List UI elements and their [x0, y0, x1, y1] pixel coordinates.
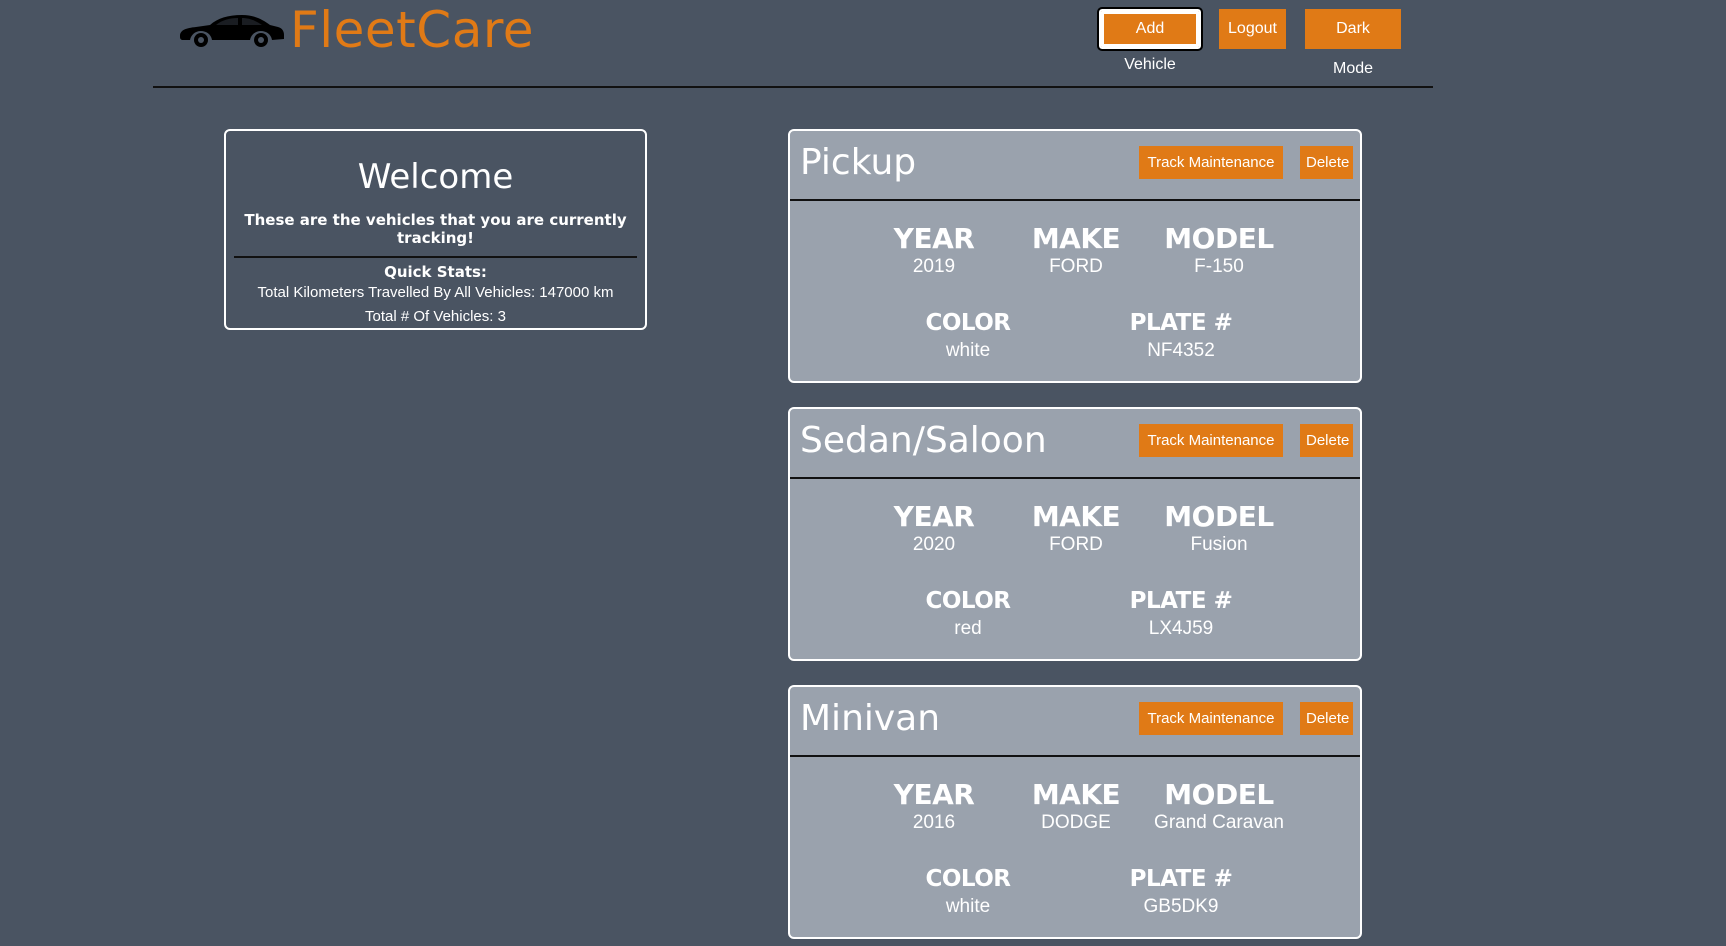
- track-maintenance-button[interactable]: Track Maintenance: [1139, 424, 1283, 457]
- color-value: white: [945, 340, 991, 361]
- year-label: YEAR: [893, 222, 975, 255]
- vehicle-card: Minivan Track Maintenance Delete YEAR 20…: [788, 685, 1362, 939]
- model-label: MODEL: [1164, 778, 1274, 811]
- logout-button[interactable]: Logout: [1219, 9, 1286, 49]
- color-value: red: [954, 618, 982, 639]
- make-label: MAKE: [1031, 222, 1121, 255]
- model-field: MODEL Grand Caravan: [1139, 779, 1299, 835]
- delete-button[interactable]: Delete: [1300, 146, 1353, 179]
- color-value: white: [945, 896, 991, 917]
- brand-logo-text: FleetCare: [290, 1, 535, 59]
- color-field: COLOR white: [888, 307, 1048, 363]
- plate-value: NF4352: [1147, 340, 1215, 361]
- vehicle-card-header: Minivan Track Maintenance Delete: [790, 687, 1360, 757]
- header: FleetCare Add Vehicle Logout Dark Mode: [0, 0, 1726, 90]
- make-value: FORD: [1049, 534, 1103, 555]
- make-label: MAKE: [1031, 500, 1121, 533]
- dark-mode-button[interactable]: Dark Mode: [1305, 9, 1401, 77]
- vehicle-type-title: Sedan/Saloon: [800, 420, 1047, 461]
- plate-field: PLATE # LX4J59: [1101, 585, 1261, 641]
- add-vehicle-button[interactable]: Add Vehicle: [1097, 7, 1203, 73]
- make-label: MAKE: [1031, 778, 1121, 811]
- plate-label: PLATE #: [1129, 588, 1233, 614]
- car-icon: [180, 15, 284, 47]
- model-value: Fusion: [1190, 534, 1248, 555]
- welcome-panel: Welcome These are the vehicles that you …: [224, 129, 647, 330]
- model-field: MODEL Fusion: [1139, 501, 1299, 557]
- model-value: F-150: [1194, 256, 1244, 277]
- track-maintenance-button[interactable]: Track Maintenance: [1139, 702, 1283, 735]
- make-field: MAKE DODGE: [996, 779, 1156, 835]
- welcome-title: Welcome: [357, 157, 514, 197]
- color-field: COLOR red: [888, 585, 1048, 641]
- color-label: COLOR: [925, 310, 1011, 336]
- vehicle-type-title: Minivan: [800, 698, 941, 739]
- delete-button[interactable]: Delete: [1300, 702, 1353, 735]
- plate-label: PLATE #: [1129, 310, 1233, 336]
- year-field: YEAR 2020: [854, 501, 1014, 557]
- year-label: YEAR: [893, 778, 975, 811]
- plate-field: PLATE # NF4352: [1101, 307, 1261, 363]
- quick-stats-title: Quick Stats:: [384, 263, 487, 281]
- plate-value: LX4J59: [1148, 618, 1214, 639]
- model-field: MODEL F-150: [1139, 223, 1299, 279]
- model-label: MODEL: [1164, 222, 1274, 255]
- plate-value: GB5DK9: [1143, 896, 1219, 917]
- color-label: COLOR: [925, 588, 1011, 614]
- year-label: YEAR: [893, 500, 975, 533]
- welcome-divider: [234, 256, 637, 258]
- year-field: YEAR 2019: [854, 223, 1014, 279]
- color-label: COLOR: [925, 866, 1011, 892]
- make-value: FORD: [1049, 256, 1103, 277]
- vehicle-card: Sedan/Saloon Track Maintenance Delete YE…: [788, 407, 1362, 661]
- year-field: YEAR 2016: [854, 779, 1014, 835]
- track-maintenance-button[interactable]: Track Maintenance: [1139, 146, 1283, 179]
- total-km-stat: Total Kilometers Travelled By All Vehicl…: [257, 284, 614, 301]
- total-vehicles-stat: Total # Of Vehicles: 3: [365, 308, 506, 325]
- make-field: MAKE FORD: [996, 501, 1156, 557]
- vehicle-card-header: Sedan/Saloon Track Maintenance Delete: [790, 409, 1360, 479]
- make-value: DODGE: [1041, 812, 1111, 833]
- plate-field: PLATE # GB5DK9: [1101, 863, 1261, 919]
- vehicle-card: Pickup Track Maintenance Delete YEAR 201…: [788, 129, 1362, 383]
- make-field: MAKE FORD: [996, 223, 1156, 279]
- vehicle-card-header: Pickup Track Maintenance Delete: [790, 131, 1360, 201]
- year-value: 2016: [912, 812, 956, 833]
- year-value: 2020: [912, 534, 956, 555]
- header-divider: [153, 86, 1433, 88]
- model-label: MODEL: [1164, 500, 1274, 533]
- plate-label: PLATE #: [1129, 866, 1233, 892]
- vehicle-type-title: Pickup: [800, 142, 917, 183]
- color-field: COLOR white: [888, 863, 1048, 919]
- welcome-subtitle: These are the vehicles that you are curr…: [244, 211, 627, 247]
- delete-button[interactable]: Delete: [1300, 424, 1353, 457]
- model-value: Grand Caravan: [1154, 812, 1284, 833]
- year-value: 2019: [912, 256, 956, 277]
